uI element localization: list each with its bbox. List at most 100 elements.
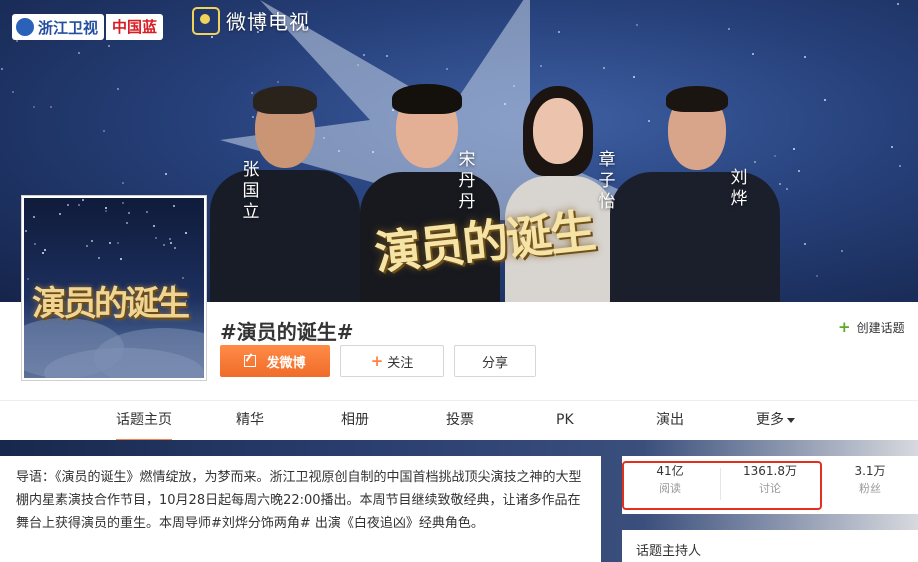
tab-more[interactable]: 更多 bbox=[756, 401, 795, 441]
star-speck bbox=[126, 222, 128, 224]
star-speck bbox=[786, 188, 788, 190]
post-weibo-button[interactable]: 发微博 bbox=[220, 345, 330, 377]
share-label: 分享 bbox=[481, 355, 508, 371]
star-speck bbox=[357, 64, 359, 66]
star-speck bbox=[12, 91, 14, 93]
star-speck bbox=[155, 237, 157, 239]
star-speck bbox=[120, 258, 122, 260]
create-topic-link[interactable]: + 创建话题 bbox=[838, 318, 905, 336]
star-speck bbox=[117, 242, 119, 244]
post-weibo-label: 发微博 bbox=[266, 355, 306, 371]
caret-down-icon bbox=[787, 417, 795, 423]
star-speck bbox=[174, 247, 176, 249]
star-speck bbox=[798, 170, 800, 172]
star-speck bbox=[891, 146, 893, 148]
star-speck bbox=[105, 210, 107, 212]
mentor-name-4: 刘烨 bbox=[730, 168, 748, 209]
star-speck bbox=[540, 65, 542, 67]
star-speck bbox=[109, 242, 111, 244]
tab-vote[interactable]: 投票 bbox=[446, 401, 474, 441]
topic-nav: 话题主页 精华 相册 投票 PK 演出 更多 bbox=[0, 400, 918, 441]
star-speck bbox=[153, 225, 155, 227]
weibo-tv-icon bbox=[192, 6, 220, 35]
star-speck bbox=[897, 3, 899, 5]
mentor-figure-4 bbox=[610, 80, 780, 302]
topic-description: 导语：《演员的诞生》燃情绽放，为梦而来。浙江卫视原创自制的中国首档挑战顶尖演技之… bbox=[16, 470, 582, 531]
star-speck bbox=[558, 31, 560, 33]
zhejiang-tv-icon bbox=[16, 18, 34, 36]
star-speck bbox=[98, 257, 100, 259]
star-speck bbox=[146, 211, 148, 213]
star-speck bbox=[59, 213, 61, 215]
star-speck bbox=[86, 245, 88, 247]
tab-featured[interactable]: 精华 bbox=[236, 401, 264, 441]
star-speck bbox=[108, 45, 110, 47]
star-speck bbox=[122, 182, 124, 184]
star-speck bbox=[170, 242, 172, 244]
star-speck bbox=[27, 278, 29, 280]
tab-home[interactable]: 话题主页 bbox=[116, 401, 172, 441]
star-speck bbox=[91, 240, 93, 242]
star-speck bbox=[804, 56, 806, 58]
follow-button[interactable]: + 关注 bbox=[340, 345, 444, 377]
star-speck bbox=[33, 106, 35, 108]
mentor-name-3: 章子怡 bbox=[598, 150, 616, 212]
mentor-name-2: 宋丹丹 bbox=[458, 150, 476, 212]
star-speck bbox=[446, 68, 448, 70]
china-blue-badge: 中国蓝 bbox=[106, 14, 164, 40]
star-speck bbox=[603, 67, 605, 69]
star-speck bbox=[165, 173, 167, 175]
stat-fans-label: 粉丝 bbox=[859, 482, 881, 495]
star-speck bbox=[793, 148, 795, 150]
star-speck bbox=[163, 244, 165, 246]
plus-icon: + bbox=[838, 318, 851, 336]
stat-fans: 3.1万 粉丝 bbox=[822, 462, 918, 498]
star-speck bbox=[899, 165, 901, 167]
star-speck bbox=[173, 205, 175, 207]
star-speck bbox=[105, 207, 107, 209]
create-topic-label: 创建话题 bbox=[856, 320, 905, 335]
mentor-figure-1 bbox=[210, 80, 360, 302]
star-speck bbox=[50, 106, 52, 108]
star-speck bbox=[122, 202, 124, 204]
star-speck bbox=[386, 55, 388, 57]
stats-highlight-box bbox=[622, 461, 822, 510]
topic-avatar[interactable]: 演员的诞生 bbox=[22, 196, 206, 380]
page-title: #演员的诞生# bbox=[220, 320, 354, 344]
star-speck bbox=[816, 275, 818, 277]
star-speck bbox=[804, 243, 806, 245]
host-section-title: 话题主持人 bbox=[636, 544, 702, 559]
star-speck bbox=[824, 99, 826, 101]
star-speck bbox=[67, 204, 69, 206]
follow-label: 关注 bbox=[387, 355, 414, 371]
star-speck bbox=[33, 216, 35, 218]
star-speck bbox=[25, 230, 27, 232]
star-speck bbox=[841, 250, 843, 252]
star-speck bbox=[34, 243, 36, 245]
stat-fans-value: 3.1万 bbox=[854, 464, 886, 478]
mentor-name-1: 张国立 bbox=[242, 160, 260, 222]
star-speck bbox=[82, 199, 84, 201]
star-speck bbox=[636, 24, 638, 26]
star-speck bbox=[169, 238, 171, 240]
star-speck bbox=[363, 54, 365, 56]
weibo-tv-logo: 微博电视 bbox=[192, 6, 310, 35]
tab-show[interactable]: 演出 bbox=[656, 401, 684, 441]
star-speck bbox=[185, 232, 187, 234]
star-speck bbox=[78, 204, 80, 206]
share-button[interactable]: 分享 bbox=[454, 345, 536, 377]
tab-album[interactable]: 相册 bbox=[341, 401, 369, 441]
tab-pk[interactable]: PK bbox=[556, 401, 574, 441]
star-speck bbox=[78, 52, 80, 54]
star-speck bbox=[1, 68, 3, 70]
star-speck bbox=[128, 212, 130, 214]
star-speck bbox=[633, 76, 635, 78]
star-speck bbox=[42, 252, 44, 254]
plus-icon: + bbox=[370, 352, 384, 370]
star-speck bbox=[728, 28, 730, 30]
zhejiang-tv-logo: 浙江卫视 中国蓝 bbox=[12, 12, 164, 42]
star-speck bbox=[44, 249, 46, 251]
star-speck bbox=[117, 88, 119, 90]
star-speck bbox=[752, 53, 754, 55]
star-speck bbox=[211, 36, 213, 38]
